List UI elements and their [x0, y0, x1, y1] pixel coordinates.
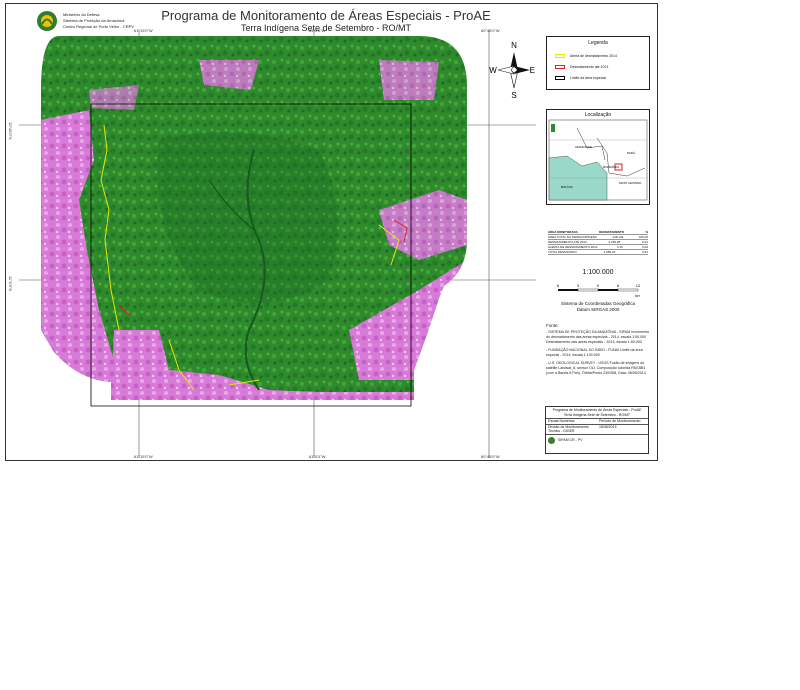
scale-ratio: 1:100.000: [582, 269, 614, 276]
stats-row: TOTAL DESMATADO 2.259,43 0,91: [548, 250, 648, 255]
stats-cell: 3,15: [616, 245, 623, 249]
sipam-small-logo-icon: [548, 436, 555, 444]
info-row: Divisão de Monitoramento Técnico - DIGER…: [546, 425, 648, 435]
satellite-map: N S W E: [19, 30, 536, 458]
legend-item: Alerta de desmatamento 2014: [555, 54, 617, 58]
stats-cell: 2.259,43: [603, 250, 616, 254]
map-sheet: Ministério da Defesa Sistema de Proteção…: [5, 3, 658, 461]
info-title: Programa de Monitoramento de Áreas Espec…: [546, 407, 648, 419]
coord-bottom-3: 60°45'0"W: [481, 454, 500, 459]
stats-cell: TOTAL DESMATADO: [548, 250, 577, 254]
stats-cell: ALERTA DE DESMATAMENTO 2014: [548, 245, 598, 249]
legend-label: Limite da área especial: [570, 76, 606, 80]
coord-top-1: 61°15'0"W: [134, 28, 153, 33]
location-inset: Localização RONDÔNIA MATO GROSSO BOLÍVIA…: [546, 109, 650, 205]
scale-tick: 3: [577, 283, 580, 288]
stats-cell: 248.146: [612, 235, 624, 239]
stats-header-cell: %: [645, 230, 648, 234]
sources-block: Fonte: - SISTEMA DE PROTEÇÃO DA AMAZÔNIA…: [546, 323, 650, 379]
stats-header-cell: ÁREA MONITORADA: [548, 230, 578, 234]
location-map: RONDÔNIA MATO GROSSO BOLÍVIA AMAZONAS PA…: [548, 119, 648, 201]
info-cell: 18/08/2014: [599, 424, 617, 429]
info-org: SIPAM CR - PV: [546, 435, 648, 446]
location-place: PARÁ: [627, 151, 635, 155]
east-label: E: [530, 66, 535, 75]
coord-top-3: 60°45'0"W: [481, 28, 500, 33]
sipam-logo-icon: [37, 11, 57, 31]
coord-top-2: 61°0'0"W: [309, 28, 326, 33]
legend-item: Limite da área especial: [555, 76, 606, 80]
legend-item: Desmatamento até 2013: [555, 65, 608, 69]
map-title: Programa de Monitoramento de Áreas Espec…: [161, 8, 491, 23]
srs-line: Datum SIRGAS 2000: [576, 307, 620, 312]
south-label: S: [511, 91, 516, 100]
scale-tick: 12: [636, 283, 640, 288]
stats-cell: 0,00: [642, 245, 648, 249]
sources-header: Fonte:: [546, 323, 559, 328]
north-arrow-icon: [497, 52, 530, 89]
scale-tick: 0: [597, 283, 600, 288]
scale-tick: 6: [617, 283, 620, 288]
source-item: - FUNDAÇÃO NACIONAL DO ÍNDIO - FUNAI Lim…: [546, 348, 643, 357]
info-cell: Escala Numérica: [548, 419, 575, 423]
info-title-line: Terra Indígena Sete de Setembro - RO/MT: [563, 412, 631, 417]
stats-cell: 0,91: [642, 240, 648, 244]
institution-block: Ministério da Defesa Sistema de Proteção…: [63, 12, 134, 30]
info-title-line: Programa de Monitoramento de Áreas Espec…: [552, 408, 642, 412]
legend-swatch-red: [555, 65, 565, 69]
source-item: - U.S. GEOLOGICAL SURVEY - USGS Fusão de…: [546, 361, 646, 375]
legend: Legenda Alerta de desmatamento 2014 Desm…: [546, 36, 650, 90]
legend-label: Alerta de desmatamento 2014: [570, 54, 617, 58]
legend-label: Desmatamento até 2013: [570, 65, 609, 69]
info-box: Programa de Monitoramento de Áreas Espec…: [545, 406, 649, 454]
scale-bar: 6 3 0 6 12 km: [557, 283, 640, 298]
coord-bottom-2: 61°0'0"W: [309, 454, 326, 459]
info-cell: Divisão de Monitoramento Técnico - DIGER: [548, 424, 589, 434]
location-place: AMAZONAS: [575, 145, 592, 149]
info-cell: Período de Monitoramento: [599, 419, 641, 423]
imagery-layer: [41, 36, 467, 400]
north-label: N: [511, 41, 517, 50]
coordinate-system: Sistema de Coordenadas Geográfica Datum …: [546, 301, 650, 313]
stats-cell: 100,00: [638, 235, 648, 239]
location-place: RONDÔNIA: [603, 164, 619, 169]
location-place: MATO GROSSO: [619, 181, 642, 185]
scale-tick: 6: [557, 283, 560, 288]
coord-left-1: 10°45'0"S: [8, 122, 13, 140]
info-org-label: SIPAM CR - PV: [558, 437, 583, 442]
legend-title: Legenda: [588, 40, 608, 46]
stats-cell: 2.256,28: [608, 240, 621, 244]
stats-table: ÁREA MONITORADA DESMATAMENTO % ÁREA TOTA…: [548, 230, 648, 255]
scale-unit: km: [635, 293, 640, 298]
legend-swatch-black: [555, 76, 565, 80]
source-item: - SISTEMA DE PROTEÇÃO DA AMAZÔNIA - SIPA…: [546, 330, 650, 344]
stats-header-cell: DESMATAMENTO: [599, 230, 625, 234]
stats-cell: 0,91: [642, 250, 648, 254]
west-label: W: [489, 66, 497, 75]
coord-bottom-1: 61°15'0"W: [134, 454, 153, 459]
location-place: BOLÍVIA: [561, 185, 573, 189]
stats-cell: DESMATAMENTO ATÉ 2013: [548, 240, 587, 244]
stats-cell: ÁREA TOTAL DA TERRA INDÍGENA: [548, 235, 598, 239]
legend-swatch-yellow: [555, 54, 565, 58]
coord-left-2: 11°0'0"S: [8, 276, 13, 292]
